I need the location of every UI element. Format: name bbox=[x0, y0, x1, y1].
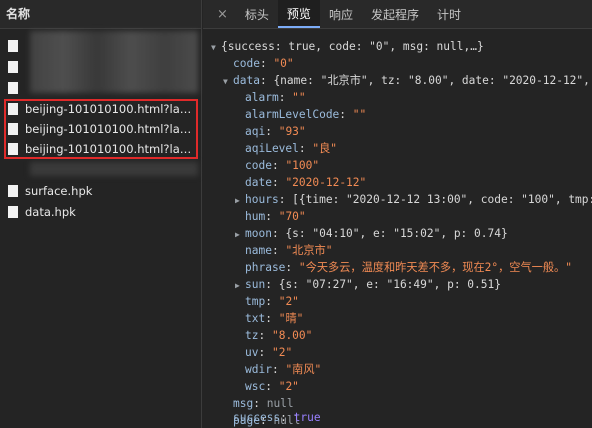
file-icon bbox=[8, 81, 18, 94]
json-key: wdir bbox=[245, 363, 272, 376]
json-key: name bbox=[245, 244, 272, 257]
json-key: tz bbox=[245, 329, 259, 342]
collapsed-triangle-icon[interactable]: ▶ bbox=[235, 193, 245, 209]
json-key: msg bbox=[233, 397, 254, 410]
json-data-row[interactable]: ▼ data: {name: "北京市", tz: "8.00", date: "… bbox=[223, 73, 590, 89]
detail-tabs: × 标头 预览 响应 发起程序 计时 bbox=[203, 0, 592, 29]
json-value: "2020-12-12" bbox=[285, 176, 367, 189]
json-value: "" bbox=[292, 91, 306, 104]
json-key: moon bbox=[245, 227, 272, 240]
request-row[interactable]: surface.hpk bbox=[0, 180, 201, 201]
expanded-triangle-icon[interactable]: ▼ bbox=[211, 40, 221, 56]
request-list-panel: 名称 beijing-101010100.html?lang=... beiji… bbox=[0, 0, 202, 428]
json-value: "0" bbox=[273, 57, 294, 70]
tab-headers[interactable]: 标头 bbox=[236, 0, 278, 28]
json-field-row: wdir: "南风" bbox=[245, 363, 322, 376]
json-hours-row[interactable]: ▶ hours: [{time: "2020-12-12 13:00", code… bbox=[235, 192, 592, 208]
json-field-row: aqiLevel: "良" bbox=[245, 142, 338, 155]
json-key: hum bbox=[245, 210, 266, 223]
expanded-triangle-icon[interactable]: ▼ bbox=[223, 74, 233, 90]
json-key: alarmLevelCode bbox=[245, 108, 340, 121]
json-value: "100" bbox=[285, 159, 320, 172]
json-field-row: txt: "晴" bbox=[245, 312, 304, 325]
json-value: "93" bbox=[278, 125, 306, 138]
json-field-row: date: "2020-12-12" bbox=[245, 176, 367, 189]
file-icon bbox=[8, 205, 18, 218]
tab-initiator[interactable]: 发起程序 bbox=[362, 0, 428, 28]
request-row[interactable] bbox=[0, 56, 201, 77]
close-icon[interactable]: × bbox=[209, 0, 236, 28]
json-key: data bbox=[233, 74, 260, 87]
file-icon bbox=[8, 60, 18, 73]
json-field-row: uv: "2" bbox=[245, 346, 293, 359]
json-value: "良" bbox=[312, 142, 338, 155]
json-value: "南风" bbox=[285, 363, 322, 376]
json-key: date bbox=[245, 176, 272, 189]
json-value: "2" bbox=[278, 295, 299, 308]
json-root-summary: {success: true, code: "0", msg: null,…} bbox=[221, 40, 484, 53]
json-field-row: alarmLevelCode: "" bbox=[245, 108, 367, 121]
json-field-row: aqi: "93" bbox=[245, 125, 306, 138]
json-key: txt bbox=[245, 312, 266, 325]
collapsed-triangle-icon[interactable]: ▶ bbox=[235, 227, 245, 243]
json-field-row: code: "0" bbox=[233, 57, 294, 70]
json-moon-row[interactable]: ▶ moon: {s: "04:10", e: "15:02", p: 0.74} bbox=[235, 226, 508, 242]
json-value: {s: "04:10", e: "15:02", p: 0.74} bbox=[285, 227, 508, 240]
json-field-row: hum: "70" bbox=[245, 210, 306, 223]
redacted-area bbox=[30, 162, 198, 176]
json-field-row: wsc: "2" bbox=[245, 380, 299, 393]
json-value: "70" bbox=[278, 210, 306, 223]
json-key: alarm bbox=[245, 91, 279, 104]
json-value: "8.00" bbox=[271, 329, 313, 342]
tab-preview[interactable]: 预览 bbox=[277, 0, 320, 28]
tab-timing[interactable]: 计时 bbox=[428, 0, 470, 28]
json-key: hours bbox=[245, 193, 279, 206]
json-field-row: name: "北京市" bbox=[245, 244, 333, 257]
json-value: "今天多云，温度和昨天差不多，现在2°，空气一般。" bbox=[298, 261, 572, 274]
json-root-row[interactable]: ▼ {success: true, code: "0", msg: null,…} bbox=[211, 39, 484, 55]
json-key: code bbox=[233, 57, 260, 70]
json-value: "2" bbox=[271, 346, 293, 359]
json-value: "2" bbox=[278, 380, 299, 393]
tab-response[interactable]: 响应 bbox=[320, 0, 362, 28]
json-field-row: tmp: "2" bbox=[245, 295, 299, 308]
request-name: surface.hpk bbox=[25, 183, 93, 198]
json-key: sun bbox=[245, 278, 266, 291]
name-column-header[interactable]: 名称 bbox=[0, 0, 201, 29]
request-name: data.hpk bbox=[25, 204, 76, 219]
json-value: {s: "07:27", e: "16:49", p: 0.51} bbox=[278, 278, 501, 291]
collapsed-triangle-icon[interactable]: ▶ bbox=[235, 278, 245, 294]
request-row[interactable] bbox=[0, 35, 201, 56]
json-key: wsc bbox=[245, 380, 266, 393]
json-field-row: success: true bbox=[233, 411, 321, 424]
json-field-row: alarm: "" bbox=[245, 91, 306, 104]
json-key: success bbox=[233, 411, 281, 424]
request-row[interactable]: data.hpk bbox=[0, 201, 201, 222]
request-row[interactable] bbox=[0, 77, 201, 98]
json-data-summary: {name: "北京市", tz: "8.00", date: "2020-12… bbox=[273, 74, 590, 87]
json-field-row: code: "100" bbox=[245, 159, 320, 172]
json-value: "" bbox=[352, 108, 367, 121]
detail-panel: × 标头 预览 响应 发起程序 计时 ▼ {success: true, code… bbox=[203, 0, 592, 428]
json-key: phrase bbox=[245, 261, 286, 274]
json-value: null bbox=[266, 397, 294, 410]
highlight-box bbox=[4, 99, 198, 159]
json-key: aqi bbox=[245, 125, 266, 138]
json-key: aqiLevel bbox=[245, 142, 299, 155]
json-sun-row[interactable]: ▶ sun: {s: "07:27", e: "16:49", p: 0.51} bbox=[235, 277, 501, 293]
json-key: tmp bbox=[245, 295, 266, 308]
json-field-row: phrase: "今天多云，温度和昨天差不多，现在2°，空气一般。" bbox=[245, 261, 572, 274]
json-value: "晴" bbox=[278, 312, 304, 325]
file-icon bbox=[8, 39, 18, 52]
json-key: code bbox=[245, 159, 272, 172]
json-value: true bbox=[293, 411, 321, 424]
json-value: [{time: "2020-12-12 13:00", code: "100",… bbox=[292, 193, 592, 206]
file-icon bbox=[8, 184, 18, 197]
json-key: uv bbox=[245, 346, 259, 359]
json-field-row: tz: "8.00" bbox=[245, 329, 313, 342]
json-value: "北京市" bbox=[285, 244, 333, 257]
